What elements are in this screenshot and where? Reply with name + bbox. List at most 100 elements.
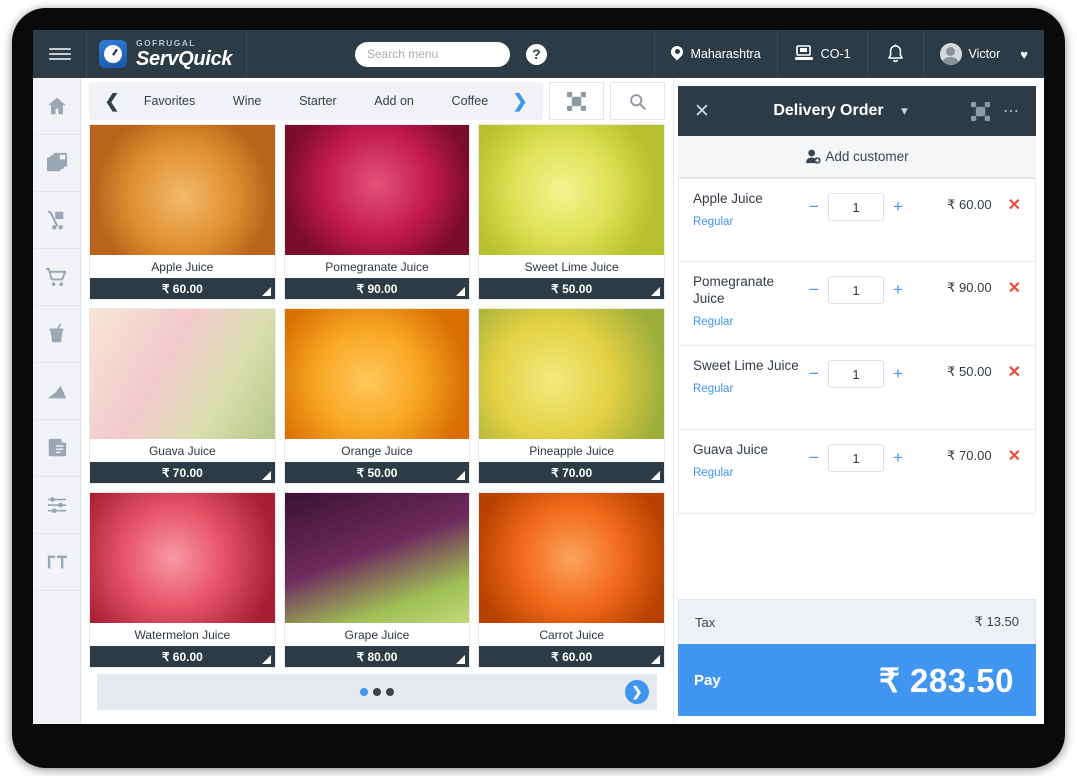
- decrement-button[interactable]: −: [809, 448, 819, 468]
- order-item-row[interactable]: Sweet Lime Juice Regular − + ₹ 50.00 ✕: [678, 346, 1036, 430]
- category-tab-favorites[interactable]: Favorites: [144, 94, 195, 108]
- terminal-selector[interactable]: CO-1: [776, 30, 867, 78]
- order-item-price: ₹ 90.00: [947, 280, 992, 295]
- product-card[interactable]: Apple Juice ₹ 60.00: [89, 124, 276, 300]
- pay-button[interactable]: Pay ₹ 283.50: [678, 644, 1036, 716]
- top-header-bar: GOFRUGAL ServQuick ? Maharashtra CO-1: [33, 30, 1044, 78]
- remove-item-button[interactable]: ✕: [1008, 442, 1021, 466]
- brand-product-name: ServQuick: [136, 48, 233, 71]
- product-name: Pineapple Juice: [529, 443, 615, 458]
- add-customer-button[interactable]: Add customer: [678, 136, 1036, 178]
- sidebar-item-tables[interactable]: [33, 534, 80, 591]
- product-card[interactable]: Sweet Lime Juice ₹ 50.00: [478, 124, 665, 300]
- product-card[interactable]: Orange Juice ₹ 50.00: [283, 308, 471, 484]
- increment-button[interactable]: +: [893, 448, 903, 468]
- order-item-variant[interactable]: Regular: [693, 466, 805, 480]
- product-card[interactable]: Guava Juice ₹ 70.00: [89, 308, 276, 484]
- sidebar-item-orders[interactable]: [33, 249, 80, 306]
- sidebar-item-beverages[interactable]: [33, 306, 80, 363]
- product-image-orange-juice: [284, 309, 470, 439]
- increment-button[interactable]: +: [893, 197, 903, 217]
- menu-search-button[interactable]: [610, 82, 665, 120]
- expand-icon[interactable]: [971, 101, 990, 121]
- category-bar: ❮ Favorites Wine Starter Add on Coffee ❯: [81, 78, 673, 122]
- product-card[interactable]: Grape Juice ₹ 80.00: [283, 492, 471, 668]
- sidebar-item-reports[interactable]: [33, 363, 80, 420]
- pagination-dot-2[interactable]: [373, 688, 381, 696]
- decrement-button[interactable]: −: [809, 197, 819, 217]
- location-selector[interactable]: Maharashtra: [654, 30, 776, 78]
- hamburger-menu-button[interactable]: [33, 30, 87, 78]
- chevron-down-icon[interactable]: ♥: [1020, 47, 1028, 62]
- sidebar-item-settings[interactable]: [33, 477, 80, 534]
- product-price: ₹ 50.00: [284, 462, 470, 483]
- drink-cup-icon: [49, 323, 63, 343]
- expand-menu-button[interactable]: [549, 82, 604, 120]
- pagination-dot-3[interactable]: [386, 688, 394, 696]
- close-order-button[interactable]: ✕: [694, 100, 710, 123]
- remove-item-button[interactable]: ✕: [1008, 191, 1021, 215]
- product-name: Watermelon Juice: [134, 627, 231, 642]
- search-input[interactable]: [354, 41, 510, 67]
- quantity-input[interactable]: [828, 360, 884, 388]
- product-image-apple-juice: [90, 125, 275, 255]
- help-icon[interactable]: ?: [525, 43, 547, 65]
- product-price: ₹ 80.00: [284, 646, 470, 667]
- category-next-button[interactable]: ❯: [507, 91, 533, 112]
- category-tabs-container: ❮ Favorites Wine Starter Add on Coffee ❯: [89, 82, 543, 120]
- user-menu[interactable]: Victor ♥: [922, 30, 1044, 78]
- product-price: ₹ 90.00: [284, 278, 470, 299]
- pay-amount: ₹ 283.50: [878, 661, 1014, 699]
- order-item-variant[interactable]: Regular: [693, 315, 805, 329]
- pagination-dot-1[interactable]: [360, 688, 368, 696]
- notifications-button[interactable]: [866, 30, 923, 78]
- category-prev-button[interactable]: ❮: [99, 91, 125, 112]
- order-type-selector[interactable]: Delivery Order ▾: [710, 102, 971, 120]
- order-title-label: Delivery Order: [773, 102, 884, 119]
- brand-logo[interactable]: GOFRUGAL ServQuick: [87, 30, 248, 78]
- sidebar-item-home[interactable]: [33, 78, 80, 135]
- product-grid-container: Apple Juice ₹ 60.00 Pomegranate Juice ₹ …: [81, 122, 673, 724]
- quantity-input[interactable]: [828, 193, 884, 221]
- order-item-variant[interactable]: Regular: [693, 382, 805, 396]
- remove-item-button[interactable]: ✕: [1008, 274, 1021, 298]
- pay-label: Pay: [694, 671, 721, 689]
- sidebar-item-bills[interactable]: [33, 420, 80, 477]
- increment-button[interactable]: +: [893, 364, 903, 384]
- sidebar-item-catalogue[interactable]: [33, 135, 80, 192]
- category-tab-wine[interactable]: Wine: [233, 94, 261, 108]
- chevron-down-icon[interactable]: ▾: [901, 103, 908, 118]
- quantity-stepper: − +: [809, 442, 903, 472]
- product-card[interactable]: Carrot Juice ₹ 60.00: [478, 492, 665, 668]
- increment-button[interactable]: +: [893, 280, 903, 300]
- tax-label: Tax: [695, 614, 716, 630]
- product-card[interactable]: Pineapple Juice ₹ 70.00: [478, 308, 665, 484]
- more-dots-icon[interactable]: ⋯: [1003, 101, 1020, 121]
- order-item-variant[interactable]: Regular: [693, 215, 805, 229]
- quantity-input[interactable]: [828, 444, 884, 472]
- category-tab-starter[interactable]: Starter: [299, 94, 337, 108]
- quantity-input[interactable]: [828, 276, 884, 304]
- pagination-next-button[interactable]: ❯: [625, 680, 649, 704]
- sidebar-item-delivery[interactable]: [33, 192, 80, 249]
- quantity-stepper: − +: [809, 191, 903, 221]
- order-item-row[interactable]: Guava Juice Regular − + ₹ 70.00 ✕: [678, 430, 1036, 514]
- product-price: ₹ 70.00: [479, 462, 664, 483]
- product-price: ₹ 60.00: [90, 278, 275, 299]
- category-tab-addon[interactable]: Add on: [374, 94, 414, 108]
- decrement-button[interactable]: −: [809, 280, 819, 300]
- product-card[interactable]: Watermelon Juice ₹ 60.00: [89, 492, 276, 668]
- product-card[interactable]: Pomegranate Juice ₹ 90.00: [283, 124, 471, 300]
- category-tab-coffee[interactable]: Coffee: [452, 94, 489, 108]
- order-item-row[interactable]: Pomegranate Juice Regular − + ₹ 90.00 ✕: [678, 262, 1036, 346]
- sliders-icon: [47, 497, 66, 514]
- product-name: Orange Juice: [341, 443, 413, 458]
- order-items-list: Apple Juice Regular − + ₹ 60.00 ✕ Pomegr…: [678, 178, 1036, 514]
- add-customer-label: Add customer: [825, 149, 909, 164]
- product-name: Pomegranate Juice: [325, 259, 429, 274]
- decrement-button[interactable]: −: [809, 364, 819, 384]
- remove-item-button[interactable]: ✕: [1008, 358, 1021, 382]
- order-list-spacer: [678, 514, 1036, 599]
- order-item-row[interactable]: Apple Juice Regular − + ₹ 60.00 ✕: [678, 178, 1036, 262]
- order-item-info: Guava Juice Regular: [693, 442, 805, 480]
